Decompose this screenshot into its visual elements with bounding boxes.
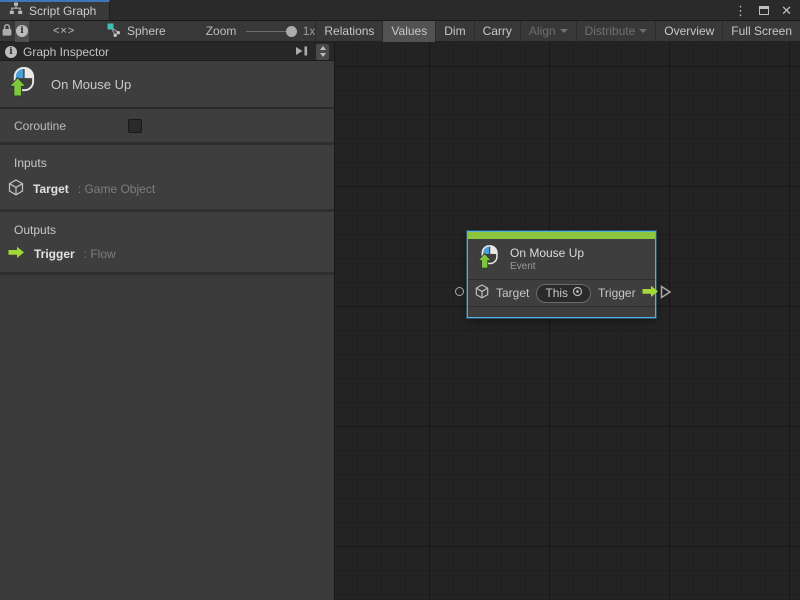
outputs-title: Outputs [0,218,334,244]
arrow-up-icon [320,46,326,50]
zoom-slider-handle[interactable] [286,26,297,37]
graph-inspector-header: i Graph Inspector [0,43,334,61]
toolbar-button-fullscreen[interactable]: Full Screen [722,21,800,42]
zoom-value: 1x [303,24,316,38]
flow-arrow-icon [8,246,25,262]
lock-button[interactable] [0,21,15,42]
node-color-bar [468,232,655,239]
info-icon: i [5,46,17,58]
object-picker-icon[interactable] [572,286,583,300]
coroutine-row: Coroutine [0,109,334,145]
close-icon[interactable]: ✕ [781,4,792,17]
toolbar-button-align[interactable]: Align [520,21,576,42]
maximize-icon[interactable] [759,6,769,15]
script-graph-window: Script Graph ⋮ ✕ i <×> [0,0,800,600]
graph-inspector-panel: i Graph Inspector [0,43,335,600]
dropdown-arrow-icon [639,29,647,33]
graph-target-label: Sphere [127,24,166,38]
graph-inspector-title: Graph Inspector [23,45,289,59]
zoom-label: Zoom [206,24,237,38]
flow-arrow-icon [642,285,659,301]
cube-icon [475,284,489,302]
cube-icon [8,179,24,199]
graph-canvas[interactable]: On Mouse Up Event Target This [336,43,800,600]
on-mouse-up-node[interactable]: On Mouse Up Event Target This [467,231,656,318]
script-graph-icon [9,2,23,20]
scrubber-icon[interactable] [316,44,329,60]
arrow-down-icon [320,53,326,57]
node-title: On Mouse Up [510,246,584,261]
tab-script-graph[interactable]: Script Graph [0,0,110,20]
code-icon: <×> [53,25,75,37]
window-controls: ⋮ ✕ [734,0,800,20]
graph-target[interactable]: Sphere [107,23,166,40]
node-footer [468,306,655,317]
toolbar-button-dim[interactable]: Dim [435,21,473,42]
target-value: This [545,286,568,300]
output-port-type: : Flow [84,247,116,261]
lock-icon [1,23,13,40]
inputs-title: Inputs [0,151,334,177]
node-output-port-icon[interactable] [660,285,672,304]
input-port-name: Target [33,182,69,196]
node-target-label: Target [496,286,529,300]
input-port-row: Target : Game Object [0,177,334,201]
titlebar: Script Graph ⋮ ✕ [0,0,800,21]
graph-node-icon [107,23,121,40]
output-port-row: Trigger : Flow [0,244,334,264]
outputs-section: Outputs Trigger : Flow [0,212,334,275]
edit-source-button[interactable]: <×> [51,21,77,42]
target-value-field[interactable]: This [536,284,591,303]
node-trigger-label: Trigger [598,286,636,300]
tab-title: Script Graph [29,4,96,18]
output-port-name: Trigger [34,247,75,261]
inspector-empty-area [0,275,334,600]
dock-icon[interactable] [295,43,310,61]
coroutine-checkbox[interactable] [128,119,142,133]
unit-header: On Mouse Up [0,61,334,109]
unit-title: On Mouse Up [51,77,131,92]
inspector-toggle-button[interactable]: i [15,21,30,42]
toolbar-button-values[interactable]: Values [382,21,435,42]
toolbar-button-group: Relations Values Dim Carry Align Distrib… [315,21,800,42]
node-header[interactable]: On Mouse Up Event [468,239,655,279]
coroutine-label: Coroutine [14,119,128,133]
toolbar-button-distribute[interactable]: Distribute [576,21,656,42]
node-subtitle: Event [510,261,584,273]
dropdown-arrow-icon [560,29,568,33]
node-ports-row: Target This Trigger [468,279,655,306]
toolbar-button-relations[interactable]: Relations [315,21,382,42]
toolbar-button-carry[interactable]: Carry [474,21,520,42]
info-icon: i [16,25,28,37]
input-port-type: : Game Object [78,182,155,196]
trigger-port[interactable]: Trigger [598,285,659,301]
graph-toolbar: i <×> Sphere Zoom 1x Re [0,21,800,42]
window-menu-icon[interactable]: ⋮ [734,4,747,17]
zoom-slider[interactable] [246,21,296,42]
toolbar-button-overview[interactable]: Overview [655,21,722,42]
on-mouse-up-icon [477,244,500,275]
inputs-section: Inputs Target : Game Object [0,145,334,212]
on-mouse-up-icon [8,66,37,103]
node-input-port-icon[interactable] [455,287,464,296]
